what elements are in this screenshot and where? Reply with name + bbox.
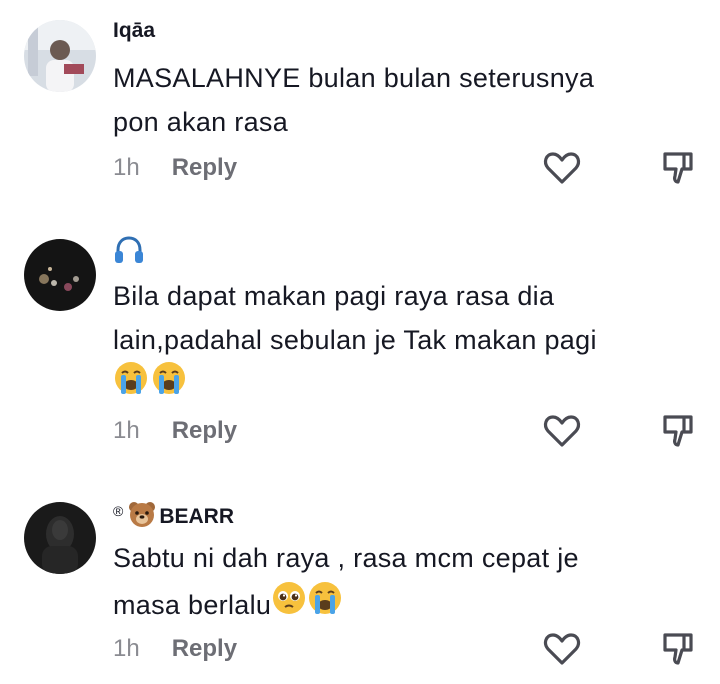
timestamp: 1h bbox=[113, 635, 140, 662]
crying-face-emoji-icon bbox=[307, 580, 343, 629]
avatar[interactable] bbox=[24, 239, 96, 311]
heart-icon[interactable] bbox=[542, 629, 582, 669]
heart-icon[interactable] bbox=[542, 148, 582, 188]
username[interactable]: ® BEARR bbox=[113, 500, 234, 534]
comment-text: Bila dapat makan pagi raya rasa dia lain… bbox=[113, 274, 683, 406]
dislike-icon[interactable] bbox=[658, 629, 698, 669]
pleading-face-emoji-icon bbox=[271, 580, 307, 629]
comment-item: Iqāa MASALAHNYE bulan bulan seterusnya p… bbox=[0, 0, 720, 200]
comment-meta: 1h Reply bbox=[113, 635, 237, 663]
bear-emoji-icon bbox=[127, 500, 157, 534]
username-text[interactable]: Iqāa bbox=[113, 19, 155, 43]
comment-text: Sabtu ni dah raya , rasa mcm cepat je ma… bbox=[113, 536, 683, 629]
avatar[interactable] bbox=[24, 502, 96, 574]
crying-face-emoji-icon bbox=[113, 360, 149, 409]
reply-button[interactable]: Reply bbox=[172, 154, 237, 182]
avatar[interactable] bbox=[24, 20, 96, 92]
comment-meta: 1h Reply bbox=[113, 154, 237, 182]
comment-meta: 1h Reply bbox=[113, 417, 237, 445]
comment-text: MASALAHNYE bulan bulan seterusnya pon ak… bbox=[113, 56, 683, 144]
comment-text-line: lain,padahal sebulan je Tak makan pagi bbox=[113, 325, 597, 355]
comment-text-fragment: masa berlalu bbox=[113, 589, 272, 620]
timestamp: 1h bbox=[113, 417, 140, 444]
comment-item: ® BEARR Sabtu ni dah raya , rasa mcm cep… bbox=[0, 470, 720, 684]
timestamp: 1h bbox=[113, 154, 140, 181]
comment-text-line: MASALAHNYE bulan bulan seterusnya bbox=[113, 63, 595, 93]
username[interactable] bbox=[113, 235, 145, 271]
crying-face-emoji-icon bbox=[151, 360, 187, 409]
username-text[interactable]: BEARR bbox=[159, 505, 234, 529]
comment-text-line: Sabtu ni dah raya , rasa mcm cepat je bbox=[113, 543, 579, 573]
dislike-icon[interactable] bbox=[658, 148, 698, 188]
heart-icon[interactable] bbox=[542, 411, 582, 451]
username[interactable]: Iqāa bbox=[113, 19, 155, 43]
comment-text-line: masa berlalu bbox=[113, 580, 683, 629]
comment-item: Bila dapat makan pagi raya rasa dia lain… bbox=[0, 200, 720, 470]
emoji-row bbox=[113, 360, 683, 409]
reply-button[interactable]: Reply bbox=[172, 417, 237, 445]
headphones-emoji-icon bbox=[113, 235, 145, 271]
dislike-icon[interactable] bbox=[658, 411, 698, 451]
comment-text-line: pon akan rasa bbox=[113, 107, 289, 137]
reply-button[interactable]: Reply bbox=[172, 635, 237, 663]
comment-text-line: Bila dapat makan pagi raya rasa dia bbox=[113, 281, 555, 311]
registered-mark: ® bbox=[113, 503, 124, 519]
